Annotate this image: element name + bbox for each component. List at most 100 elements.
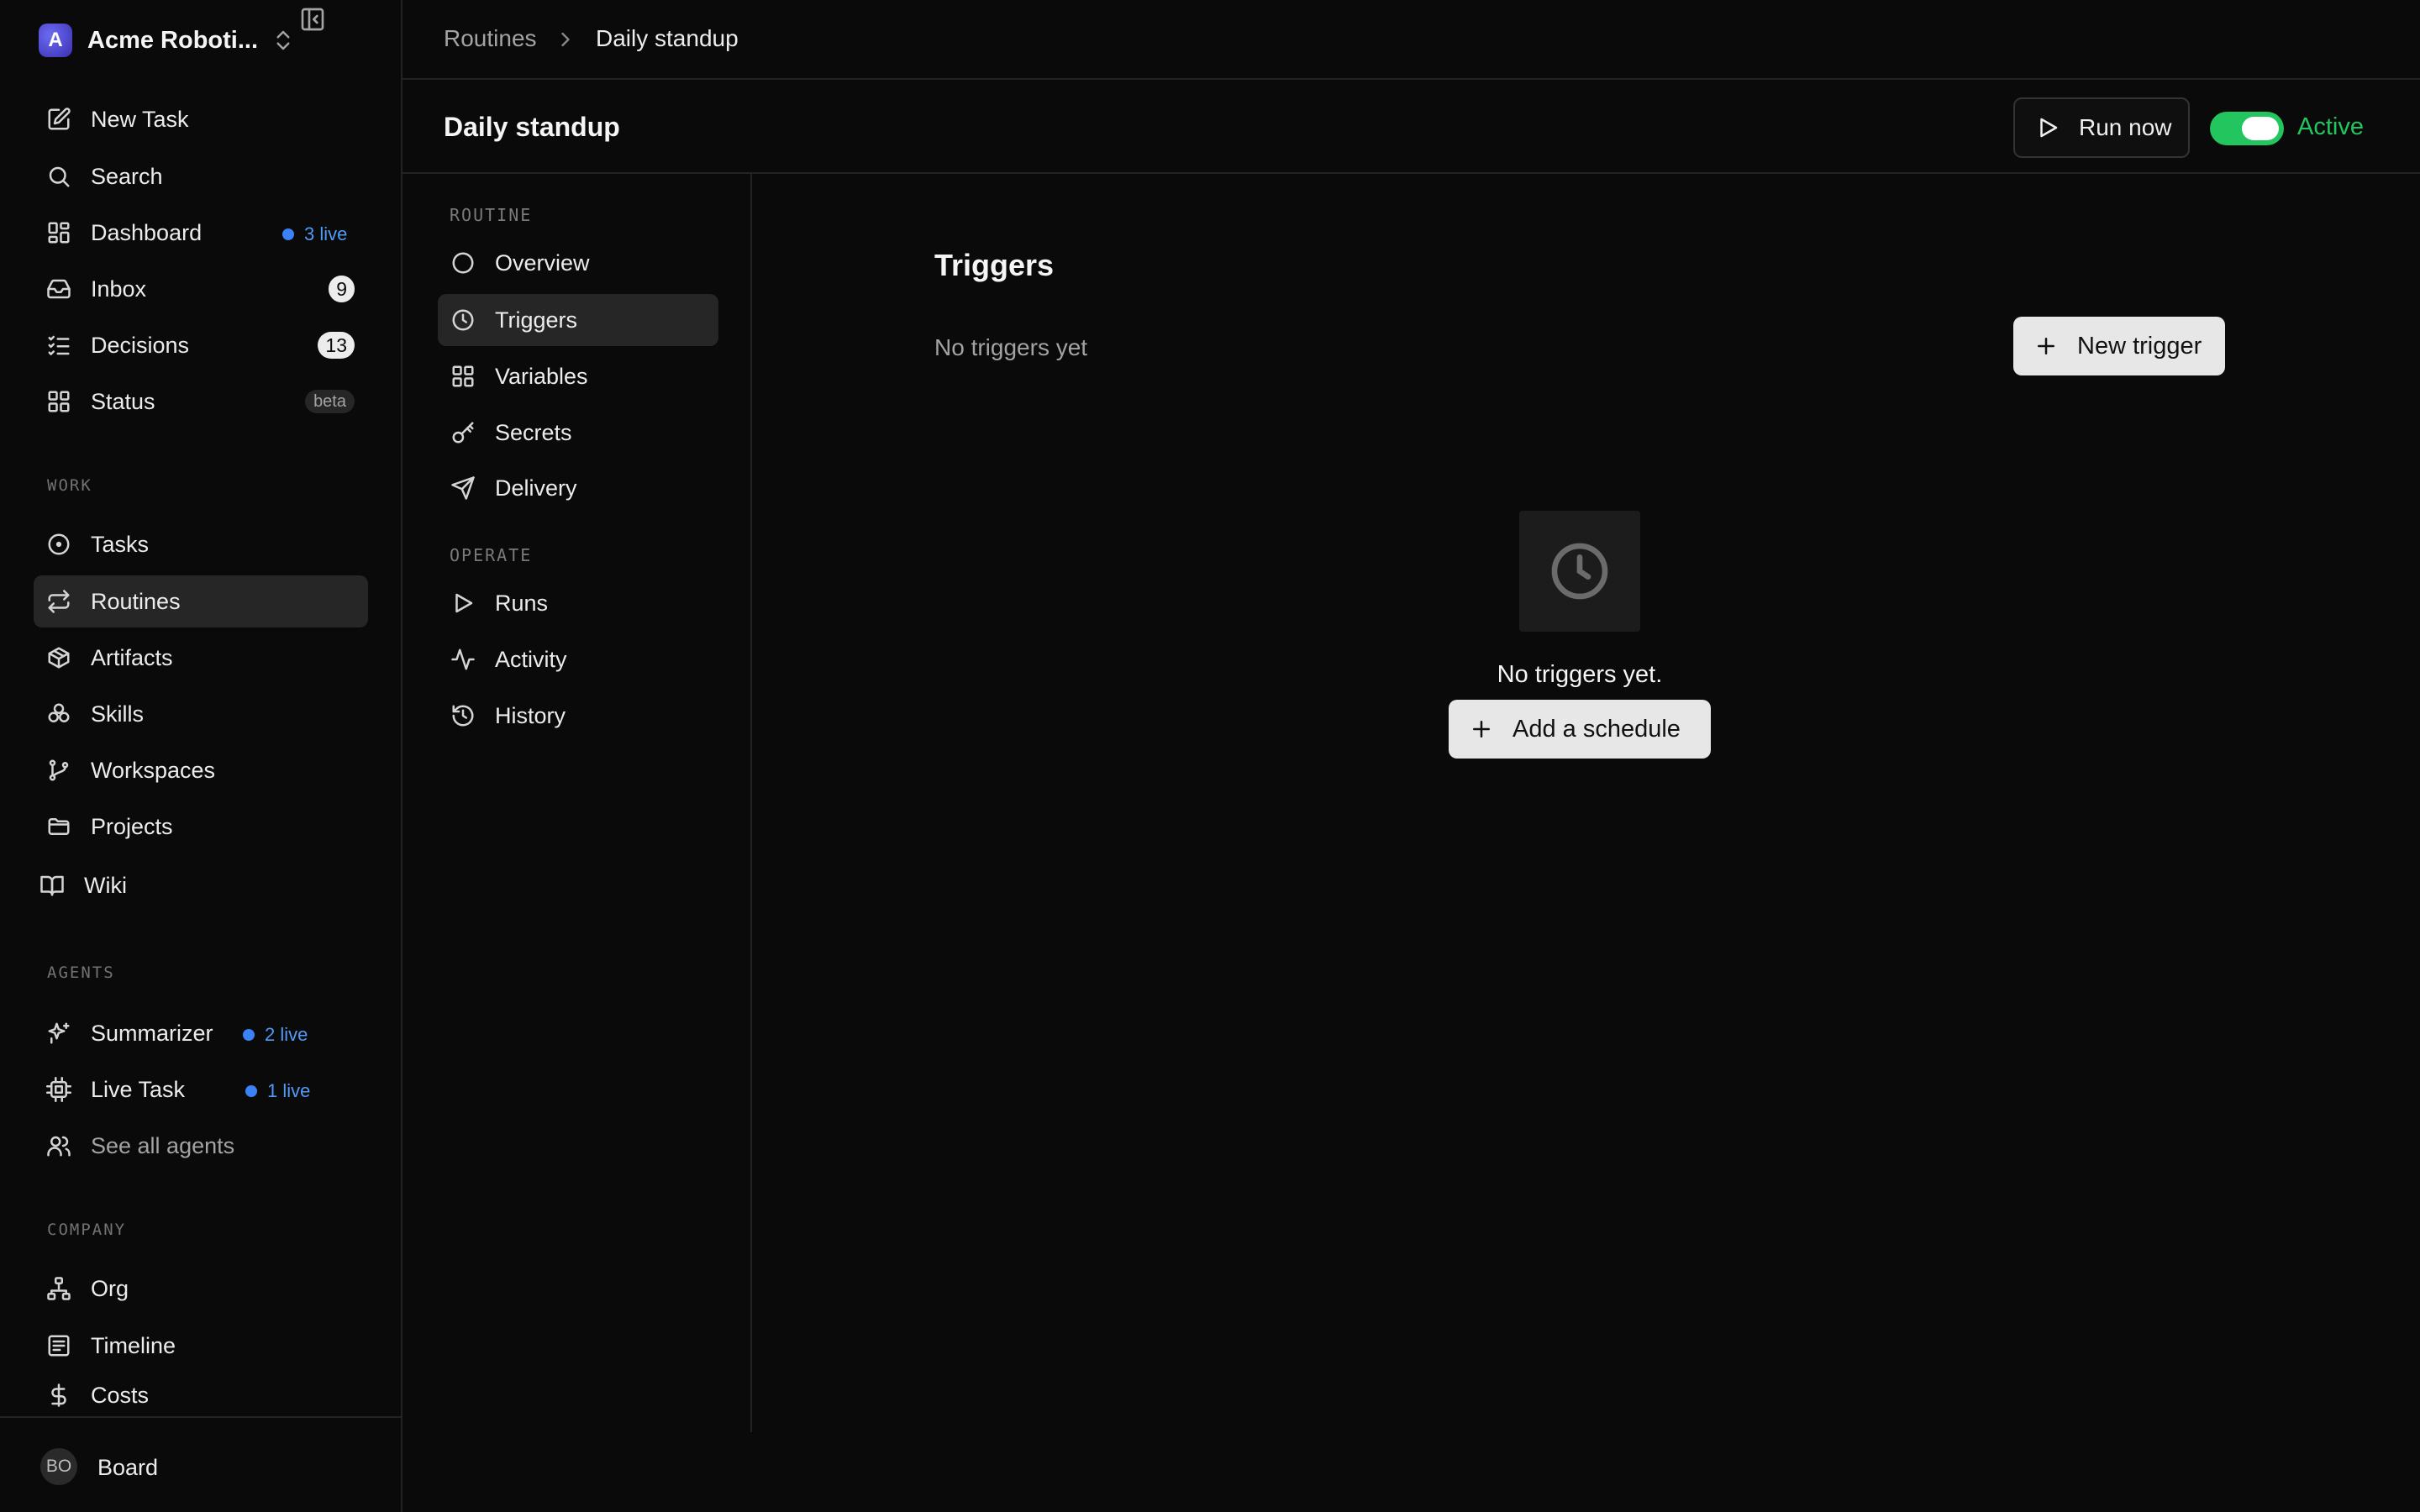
tab-label: History xyxy=(495,702,566,728)
collapse-sidebar-icon[interactable] xyxy=(299,6,326,33)
live-dot xyxy=(245,1085,257,1097)
timeline-icon xyxy=(46,1333,71,1358)
tab-secrets[interactable]: Secrets xyxy=(438,407,718,459)
sidebar-item-skills[interactable]: Skills xyxy=(34,688,368,740)
sidebar-item-label: Search xyxy=(91,163,163,189)
section-label-routine: ROUTINE xyxy=(450,205,533,225)
active-toggle[interactable] xyxy=(2210,112,2284,145)
sidebar-item-wiki[interactable]: Wiki xyxy=(27,859,361,911)
live-dot xyxy=(243,1029,255,1041)
sidebar: A Acme Roboti... New Task Search Dashboa… xyxy=(0,0,402,1512)
breadcrumb-current: Daily standup xyxy=(596,25,739,51)
sidebar-item-projects[interactable]: Projects xyxy=(34,801,368,853)
tab-activity[interactable]: Activity xyxy=(438,633,718,685)
run-now-button[interactable]: Run now xyxy=(2013,97,2190,158)
chevrons-up-down-icon[interactable] xyxy=(271,28,296,53)
sidebar-item-artifacts[interactable]: Artifacts xyxy=(34,632,368,684)
sidebar-item-label: Skills xyxy=(91,701,145,727)
sidebar-item-decisions[interactable]: Decisions 13 xyxy=(34,319,368,371)
play-icon xyxy=(2035,115,2060,140)
send-icon xyxy=(450,475,476,501)
tab-overview[interactable]: Overview xyxy=(438,237,718,289)
org-chart-icon xyxy=(46,1276,71,1301)
triggers-summary: No triggers yet xyxy=(934,334,1088,360)
sidebar-item-see-all-agents[interactable]: See all agents xyxy=(34,1120,368,1172)
section-title: Triggers xyxy=(934,248,1055,282)
tab-label: Secrets xyxy=(495,419,572,445)
activity-icon xyxy=(450,647,476,672)
sidebar-item-workspaces[interactable]: Workspaces xyxy=(34,744,368,796)
sidebar-item-label: Tasks xyxy=(91,531,150,557)
plus-icon xyxy=(2033,333,2059,359)
folder-icon xyxy=(46,814,71,839)
sidebar-item-label: New Task xyxy=(91,106,189,132)
sidebar-item-label: Org xyxy=(91,1275,129,1301)
add-schedule-label: Add a schedule xyxy=(1512,715,1681,743)
sidebar-item-org[interactable]: Org xyxy=(34,1263,368,1315)
sidebar-item-label: Status xyxy=(91,388,155,414)
routine-subnav: ROUTINE Overview Triggers Variables Secr… xyxy=(402,174,752,1432)
sidebar-item-timeline[interactable]: Timeline xyxy=(34,1320,368,1372)
circle-icon xyxy=(450,250,476,276)
page-header: Daily standup Run now Active xyxy=(402,80,2420,174)
checklist-icon xyxy=(46,333,71,358)
add-schedule-button[interactable]: Add a schedule xyxy=(1449,700,1711,759)
page-title: Daily standup xyxy=(444,112,620,142)
sidebar-item-label: Summarizer xyxy=(91,1020,213,1046)
tab-triggers[interactable]: Triggers xyxy=(438,294,718,346)
section-label-work: WORK xyxy=(47,476,92,495)
sidebar-item-new-task[interactable]: New Task xyxy=(34,93,368,145)
tab-history[interactable]: History xyxy=(438,690,718,742)
sidebar-item-tasks[interactable]: Tasks xyxy=(34,518,368,570)
sidebar-item-label: Routines xyxy=(91,588,181,614)
users-icon xyxy=(46,1133,71,1158)
sidebar-item-label: Wiki xyxy=(84,872,127,898)
sidebar-item-label: Live Task xyxy=(91,1076,186,1102)
beta-badge: beta xyxy=(305,390,355,413)
sidebar-item-label: Timeline xyxy=(91,1332,176,1358)
live-count: 3 live xyxy=(304,223,348,244)
toggle-knob xyxy=(2242,117,2279,140)
plus-icon xyxy=(1469,717,1494,742)
play-icon xyxy=(450,591,476,616)
sidebar-item-label: Inbox xyxy=(91,276,147,302)
edit-icon xyxy=(46,107,71,132)
live-indicator: 1 live xyxy=(245,1080,310,1102)
tab-variables[interactable]: Variables xyxy=(438,350,718,402)
sidebar-item-label: Projects xyxy=(91,813,173,839)
git-branch-icon xyxy=(46,758,71,783)
live-dot xyxy=(282,228,294,240)
sidebar-item-routines[interactable]: Routines xyxy=(34,575,368,627)
tab-runs[interactable]: Runs xyxy=(438,577,718,629)
empty-state-message: No triggers yet. xyxy=(1497,661,1663,688)
run-now-label: Run now xyxy=(2079,114,2172,140)
sidebar-item-search[interactable]: Search xyxy=(34,150,368,202)
sidebar-item-status[interactable]: Status beta xyxy=(34,375,368,428)
section-label-company: COMPANY xyxy=(47,1221,127,1239)
sidebar-footer: BO Board xyxy=(0,1416,401,1512)
tab-label: Activity xyxy=(495,646,567,672)
new-trigger-label: New trigger xyxy=(2077,332,2202,360)
live-indicator: 2 live xyxy=(243,1024,308,1046)
tab-delivery[interactable]: Delivery xyxy=(438,462,718,514)
package-icon xyxy=(46,645,71,670)
sidebar-item-label: Workspaces xyxy=(91,757,216,783)
tab-label: Delivery xyxy=(495,475,577,501)
sidebar-item-inbox[interactable]: Inbox 9 xyxy=(34,263,368,315)
user-name[interactable]: Board xyxy=(97,1455,158,1481)
workspace-name: Acme Roboti... xyxy=(87,26,259,54)
tab-label: Runs xyxy=(495,590,549,616)
sidebar-item-costs[interactable]: Costs xyxy=(34,1376,368,1415)
live-count: 1 live xyxy=(267,1080,311,1101)
new-trigger-button[interactable]: New trigger xyxy=(2013,317,2225,375)
empty-state-icon xyxy=(1519,511,1640,632)
breadcrumb-routines[interactable]: Routines xyxy=(444,25,537,52)
avatar[interactable]: BO xyxy=(40,1448,77,1485)
sidebar-item-label: Costs xyxy=(91,1382,150,1408)
sidebar-item-dashboard[interactable]: Dashboard 3 live xyxy=(34,207,368,259)
sidebar-item-live-task[interactable]: Live Task 1 live xyxy=(34,1063,368,1116)
decisions-count-badge: 13 xyxy=(318,332,355,359)
repeat-icon xyxy=(46,589,71,614)
sidebar-item-summarizer[interactable]: Summarizer 2 live xyxy=(34,1007,368,1059)
cpu-icon xyxy=(46,1077,71,1102)
